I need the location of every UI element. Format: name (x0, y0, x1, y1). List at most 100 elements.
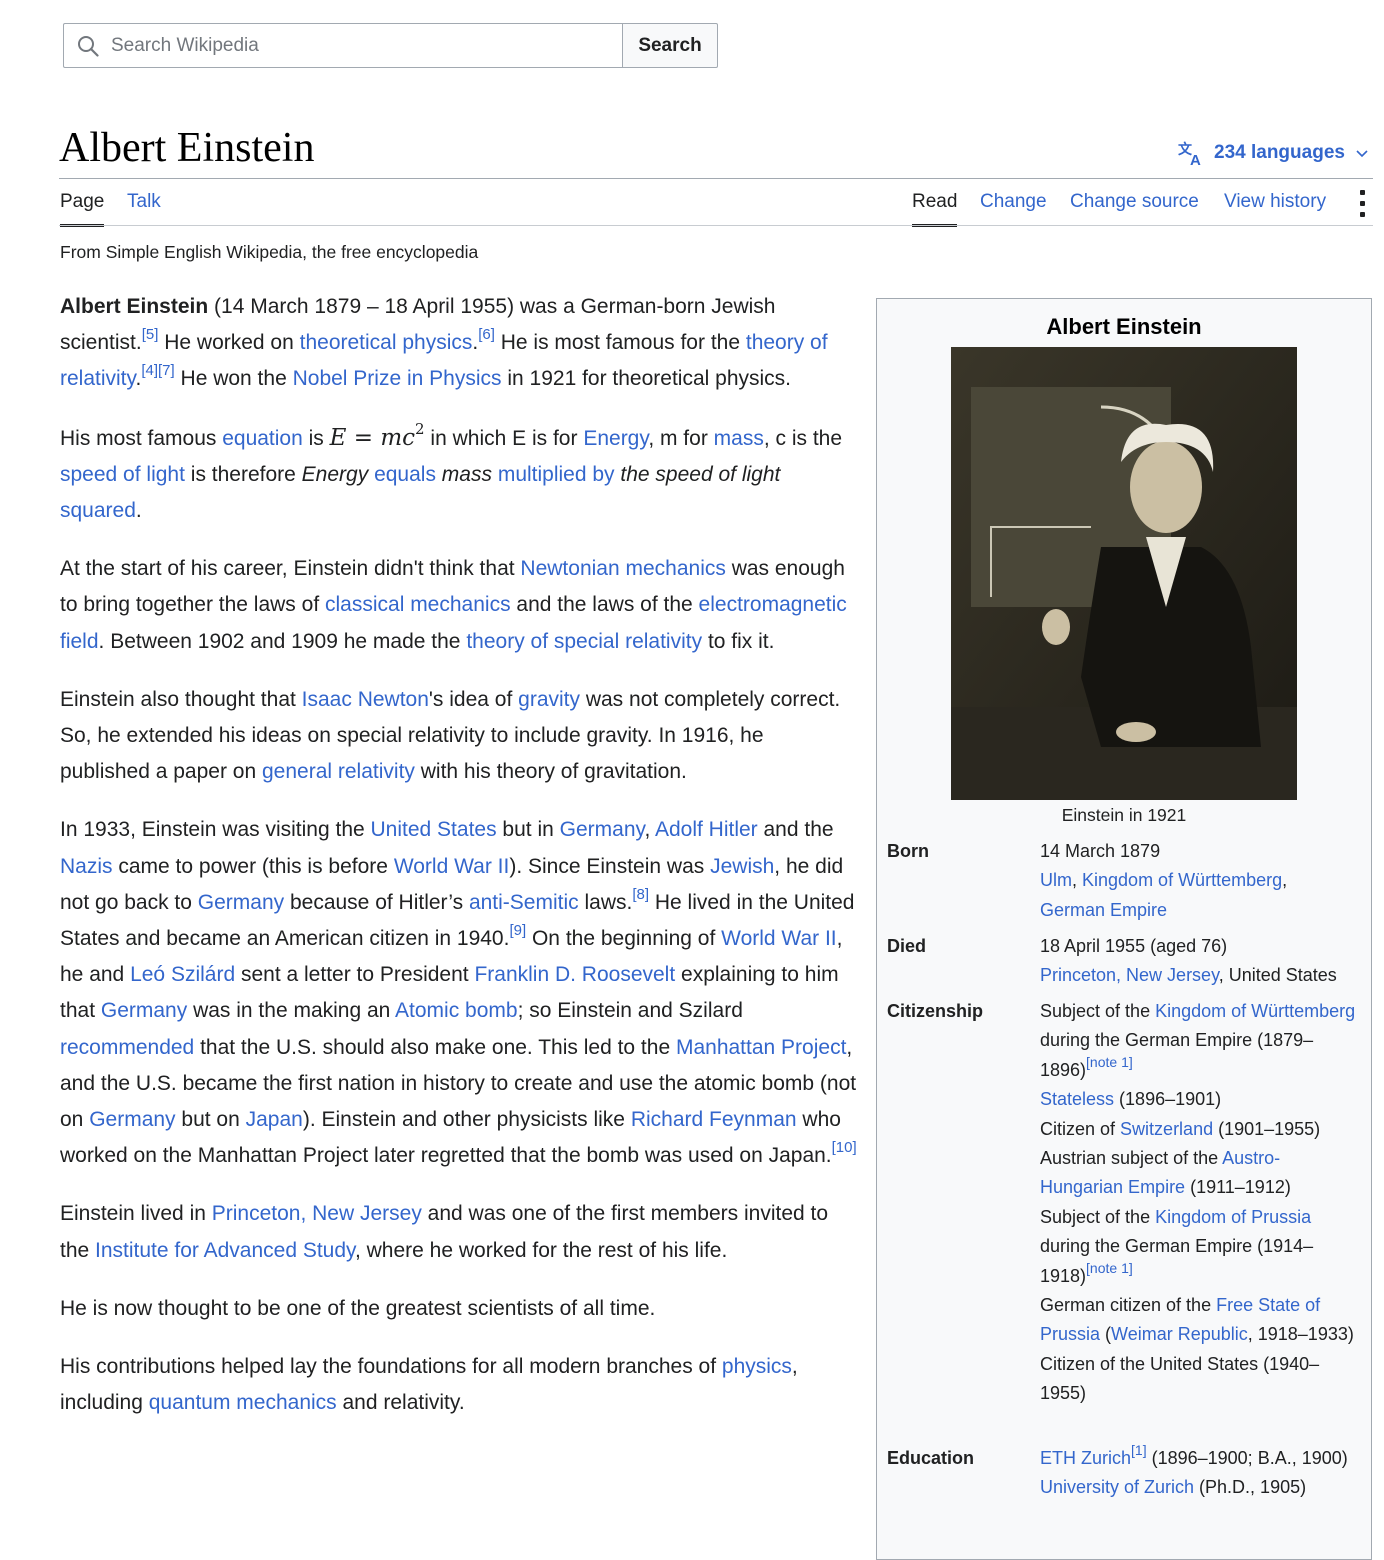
link-mass[interactable]: mass (714, 427, 764, 450)
math-symbol: mc (380, 424, 416, 451)
more-menu-icon[interactable] (1351, 187, 1373, 219)
link-adolf-hitler[interactable]: Adolf Hitler (655, 818, 758, 841)
link-kingdom-of-prussia[interactable]: Kingdom of Prussia (1155, 1207, 1311, 1227)
link-anti-semitic[interactable]: anti-Semitic (469, 891, 579, 914)
tab-change[interactable]: Change (980, 191, 1047, 213)
text: Subject of the (1040, 1206, 1156, 1227)
link-institute-for-advanced-study[interactable]: Institute for Advanced Study (95, 1239, 355, 1262)
text: laws. (578, 890, 633, 914)
text: and the (757, 818, 834, 842)
link-nobel-prize-in-physics[interactable]: Nobel Prize in Physics (293, 367, 502, 390)
link-german-empire[interactable]: German Empire (1040, 900, 1167, 920)
photo-caption: Einstein in 1921 (1061, 805, 1187, 825)
link-speed-of-light[interactable]: speed of light (60, 463, 185, 486)
link-special-relativity[interactable]: theory of special relativity (466, 630, 702, 653)
tabs-divider (59, 225, 1373, 226)
infobox-value: 18 April 1955 (aged 76) Princeton, New J… (1040, 932, 1380, 991)
search-box[interactable] (63, 23, 622, 68)
link-general-relativity[interactable]: general relativity (262, 760, 415, 783)
link-theoretical-physics[interactable]: theoretical physics (300, 331, 473, 354)
link-united-states[interactable]: United States (371, 818, 497, 841)
text: in 1921 for theoretical physics. (501, 367, 792, 391)
reference-link[interactable]: [5] (142, 326, 159, 343)
math-symbol: = (346, 424, 381, 451)
note-link[interactable]: [note 1] (1086, 1054, 1133, 1070)
link-eth-zurich[interactable]: ETH Zurich (1040, 1448, 1131, 1468)
link-germany[interactable]: Germany (560, 818, 645, 841)
text: because of Hitler’s (284, 890, 469, 914)
link-germany[interactable]: Germany (89, 1108, 175, 1131)
link-germany[interactable]: Germany (101, 999, 187, 1022)
paragraph-equation: His most famous equation is E = mc2 in w… (60, 420, 858, 530)
link-japan[interactable]: Japan (246, 1108, 303, 1131)
text: to fix it. (702, 629, 775, 653)
reference-link[interactable]: [4] (141, 362, 158, 379)
text: ). Since Einstein was (509, 854, 711, 878)
portrait-photo[interactable] (951, 347, 1297, 800)
link-weimar-republic[interactable]: Weimar Republic (1111, 1324, 1248, 1344)
link-quantum-mechanics[interactable]: quantum mechanics (149, 1391, 337, 1414)
text: Citizen of (1040, 1118, 1121, 1139)
text: , (1072, 870, 1083, 891)
text: His contributions helped lay the foundat… (60, 1355, 722, 1379)
link-jewish[interactable]: Jewish (710, 855, 774, 878)
link-world-war-ii[interactable]: World War II (721, 927, 837, 950)
link-university-of-zurich[interactable]: University of Zurich (1040, 1477, 1194, 1497)
reference-link[interactable]: [7] (158, 362, 175, 379)
text: (1901–1955) (1213, 1118, 1321, 1139)
text: . Between 1902 and 1909 he made the (98, 629, 467, 653)
text: came to power (this is before (112, 854, 394, 878)
link-isaac-newton[interactable]: Isaac Newton (302, 688, 429, 711)
link-nazis[interactable]: Nazis (60, 855, 113, 878)
link-ulm[interactable]: Ulm (1040, 870, 1072, 890)
tab-page[interactable]: Page (60, 191, 105, 227)
link-leo-szilard[interactable]: Leó Szilárd (130, 963, 235, 986)
link-switzerland[interactable]: Switzerland (1120, 1119, 1213, 1139)
svg-text:A: A (1190, 152, 1201, 167)
link-kingdom-of-wurttemberg[interactable]: Kingdom of Württemberg (1155, 1001, 1355, 1021)
link-newtonian-mechanics[interactable]: Newtonian mechanics (520, 557, 725, 580)
link-energy[interactable]: Energy (583, 427, 648, 450)
link-stateless[interactable]: Stateless (1040, 1089, 1114, 1109)
link-multiplied-by[interactable]: multiplied by (498, 463, 615, 486)
page-title: Albert Einstein (59, 125, 315, 171)
citizenship-entry: Subject of the Kingdom of Württemberg du… (1040, 997, 1358, 1085)
reference-link[interactable]: [1] (1131, 1442, 1147, 1458)
search-input[interactable] (111, 34, 591, 57)
link-equation[interactable]: equation (222, 427, 303, 450)
birth-date: 14 March 1879 (1040, 841, 1161, 861)
death-place: Princeton, New Jersey, United States (1040, 961, 1380, 990)
link-equals[interactable]: equals (374, 463, 436, 486)
article-body: Albert Einstein (14 March 1879 – 18 Apri… (60, 289, 858, 1443)
text: ; so Einstein and Szilard (517, 999, 743, 1023)
languages-button[interactable]: 文 A 234 languages (1178, 139, 1369, 167)
link-princeton[interactable]: Princeton, New Jersey (212, 1202, 422, 1225)
link-kingdom-of-wurttemberg[interactable]: Kingdom of Württemberg (1082, 870, 1282, 890)
reference-link[interactable]: [10] (832, 1139, 857, 1156)
reference-link[interactable]: [9] (509, 922, 526, 939)
link-classical-mechanics[interactable]: classical mechanics (325, 593, 511, 616)
link-physics[interactable]: physics (722, 1355, 792, 1378)
link-franklin-roosevelt[interactable]: Franklin D. Roosevelt (474, 963, 675, 986)
text: Einstein also thought that (60, 687, 302, 711)
link-squared[interactable]: squared (60, 499, 136, 522)
text: ( (1100, 1324, 1112, 1345)
link-atomic-bomb[interactable]: Atomic bomb (395, 999, 518, 1022)
tab-change-source[interactable]: Change source (1070, 191, 1199, 213)
link-gravity[interactable]: gravity (518, 688, 580, 711)
link-manhattan-project[interactable]: Manhattan Project (676, 1036, 846, 1059)
tab-talk[interactable]: Talk (127, 191, 161, 213)
tab-view-history[interactable]: View history (1224, 191, 1326, 213)
reference-link[interactable]: [8] (632, 886, 649, 903)
text: His most famous (60, 426, 223, 450)
reference-link[interactable]: [6] (478, 326, 495, 343)
link-richard-feynman[interactable]: Richard Feynman (631, 1108, 797, 1131)
search-icon (78, 35, 99, 57)
note-link[interactable]: [note 1] (1086, 1260, 1133, 1276)
link-germany[interactable]: Germany (198, 891, 284, 914)
link-princeton[interactable]: Princeton, New Jersey (1040, 965, 1219, 985)
link-recommended[interactable]: recommended (60, 1036, 194, 1059)
link-world-war-ii[interactable]: World War II (394, 855, 510, 878)
search-button[interactable]: Search (622, 23, 718, 68)
tab-read[interactable]: Read (912, 191, 958, 227)
